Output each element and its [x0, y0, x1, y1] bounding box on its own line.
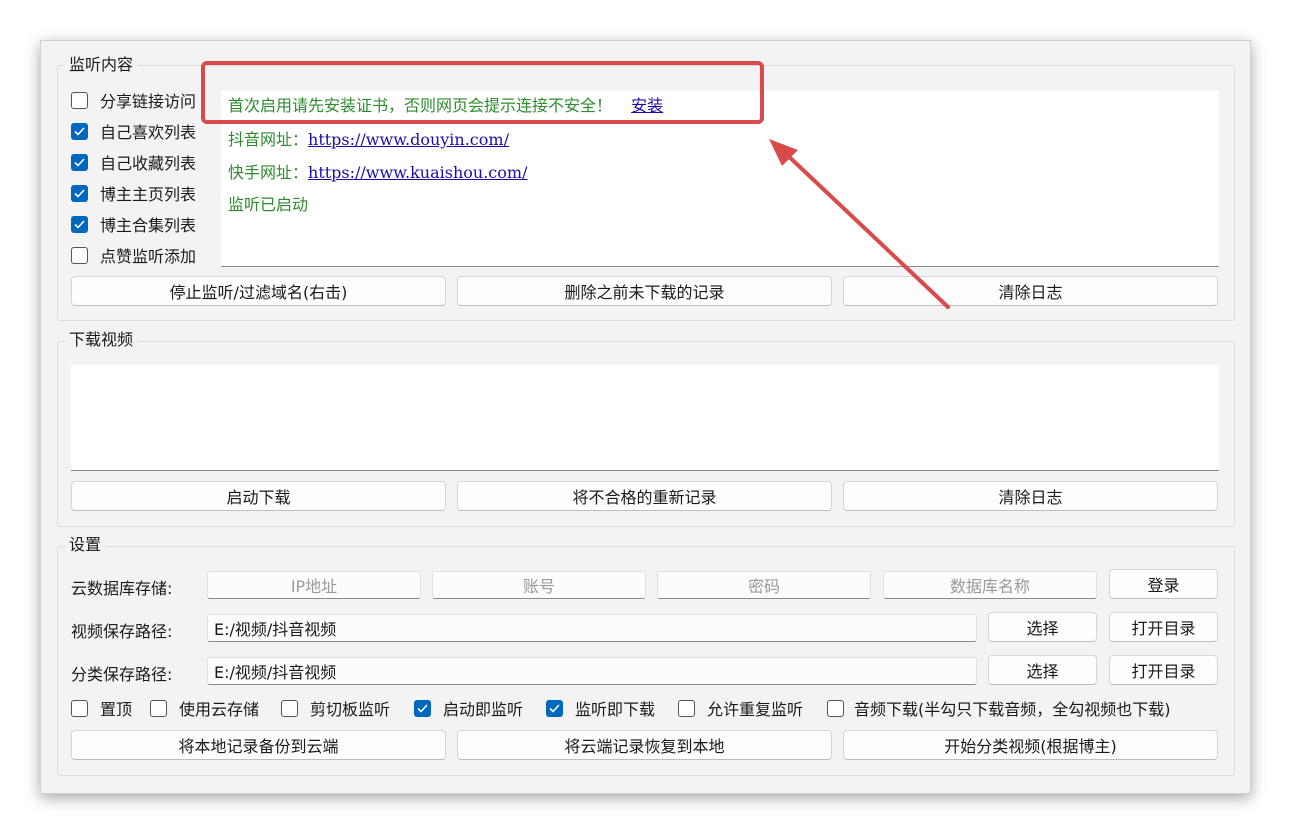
password-input[interactable]: 密码	[657, 571, 871, 599]
douyin-link[interactable]: https://www.douyin.com/	[308, 130, 509, 149]
option-download-on-monitor[interactable]: 监听即下载	[546, 697, 655, 719]
download-log[interactable]	[71, 365, 1219, 471]
option-allow-duplicate[interactable]: 允许重复监听	[678, 697, 803, 719]
log-douyin-url: 抖音网址：https://www.douyin.com/	[228, 126, 509, 150]
checkbox-label: 博主合集列表	[100, 216, 197, 235]
checkbox-box[interactable]	[827, 699, 844, 717]
checkbox-box[interactable]	[71, 246, 88, 264]
category-path-label: 分类保存路径:	[71, 665, 173, 684]
log-kuaishou-url: 快手网址：https://www.kuaishou.com/	[228, 159, 527, 183]
video-path-input[interactable]: E:/视频/抖音视频	[207, 614, 977, 642]
video-path-value: E:/视频/抖音视频	[214, 620, 337, 639]
rerecord-failed-button[interactable]: 将不合格的重新记录	[457, 481, 832, 511]
checkbox-label: 置顶	[100, 700, 133, 719]
main-window: 监听内容 分享链接访问 自己喜欢列表 自己收藏列表 博主主页列表 博主合集列表 …	[40, 40, 1251, 794]
checkbox-label: 允许重复监听	[707, 700, 804, 719]
monitor-group-title: 监听内容	[65, 55, 138, 75]
cert-notice-text: 首次启用请先安装证书，否则网页会提示连接不安全！	[228, 96, 613, 115]
checkbox-box[interactable]	[414, 699, 431, 717]
checkbox-share-link[interactable]: 分享链接访问	[71, 89, 196, 111]
category-path-select-button[interactable]: 选择	[988, 655, 1097, 685]
option-monitor-on-start[interactable]: 启动即监听	[414, 697, 523, 719]
checkbox-blogger-home[interactable]: 博主主页列表	[71, 182, 196, 204]
video-path-label: 视频保存路径:	[71, 622, 173, 641]
checkbox-label: 自己喜欢列表	[100, 123, 197, 142]
settings-group-title: 设置	[65, 535, 106, 555]
category-path-open-button[interactable]: 打开目录	[1109, 655, 1218, 685]
option-audio-download[interactable]: 音频下载(半勾只下载音频，全勾视频也下载)	[827, 697, 1171, 719]
checkbox-label: 点赞监听添加	[100, 247, 197, 266]
checkbox-box[interactable]	[71, 153, 88, 171]
backup-to-cloud-button[interactable]: 将本地记录备份到云端	[71, 730, 446, 760]
checkbox-label: 使用云存储	[179, 700, 260, 719]
option-cloud-storage[interactable]: 使用云存储	[150, 697, 259, 719]
checkbox-box[interactable]	[678, 699, 695, 717]
monitor-log[interactable]: 首次启用请先安装证书，否则网页会提示连接不安全！ 安装 抖音网址：https:/…	[221, 91, 1219, 267]
checkbox-box[interactable]	[71, 184, 88, 202]
account-input[interactable]: 账号	[432, 571, 646, 599]
video-path-select-button[interactable]: 选择	[988, 612, 1097, 642]
checkbox-label: 监听即下载	[575, 700, 656, 719]
checkbox-box[interactable]	[71, 91, 88, 109]
checkbox-label: 自己收藏列表	[100, 154, 197, 173]
stop-monitor-button[interactable]: 停止监听/过滤域名(右击)	[71, 276, 446, 306]
download-group-title: 下载视频	[65, 330, 138, 350]
douyin-label: 抖音网址：	[228, 130, 309, 149]
start-download-button[interactable]: 启动下载	[71, 481, 446, 511]
kuaishou-link[interactable]: https://www.kuaishou.com/	[308, 163, 527, 182]
video-path-open-button[interactable]: 打开目录	[1109, 612, 1218, 642]
checkbox-box[interactable]	[281, 699, 298, 717]
checkbox-box[interactable]	[71, 699, 88, 717]
checkbox-label: 启动即监听	[443, 700, 524, 719]
install-link[interactable]: 安装	[631, 96, 663, 115]
clear-monitor-log-button[interactable]: 清除日志	[843, 276, 1218, 306]
checkbox-box[interactable]	[71, 122, 88, 140]
category-path-input[interactable]: E:/视频/抖音视频	[207, 657, 977, 685]
checkbox-box[interactable]	[546, 699, 563, 717]
log-cert-notice: 首次启用请先安装证书，否则网页会提示连接不安全！ 安装	[228, 92, 663, 116]
cloud-db-label: 云数据库存储:	[71, 579, 173, 598]
category-path-value: E:/视频/抖音视频	[214, 663, 337, 682]
checkbox-blogger-collection[interactable]: 博主合集列表	[71, 213, 196, 235]
delete-undownloaded-button[interactable]: 删除之前未下载的记录	[457, 276, 832, 306]
checkbox-like-monitor[interactable]: 点赞监听添加	[71, 244, 196, 266]
checkbox-box[interactable]	[71, 215, 88, 233]
option-pin-top[interactable]: 置顶	[71, 697, 132, 719]
restore-from-cloud-button[interactable]: 将云端记录恢复到本地	[457, 730, 832, 760]
checkbox-label: 音频下载(半勾只下载音频，全勾视频也下载)	[854, 700, 1171, 719]
checkbox-label: 剪切板监听	[310, 700, 391, 719]
kuaishou-label: 快手网址：	[228, 163, 309, 182]
dbname-input[interactable]: 数据库名称	[883, 571, 1097, 599]
checkbox-my-favorites[interactable]: 自己收藏列表	[71, 151, 196, 173]
checkbox-my-likes[interactable]: 自己喜欢列表	[71, 120, 196, 142]
checkbox-box[interactable]	[150, 699, 167, 717]
start-categorize-button[interactable]: 开始分类视频(根据博主)	[843, 730, 1218, 760]
clear-download-log-button[interactable]: 清除日志	[843, 481, 1218, 511]
login-button[interactable]: 登录	[1109, 569, 1218, 599]
option-clipboard-monitor[interactable]: 剪切板监听	[281, 697, 390, 719]
ip-input[interactable]: IP地址	[207, 571, 421, 599]
checkbox-label: 分享链接访问	[100, 92, 197, 111]
log-status: 监听已启动	[228, 195, 309, 214]
checkbox-label: 博主主页列表	[100, 185, 197, 204]
